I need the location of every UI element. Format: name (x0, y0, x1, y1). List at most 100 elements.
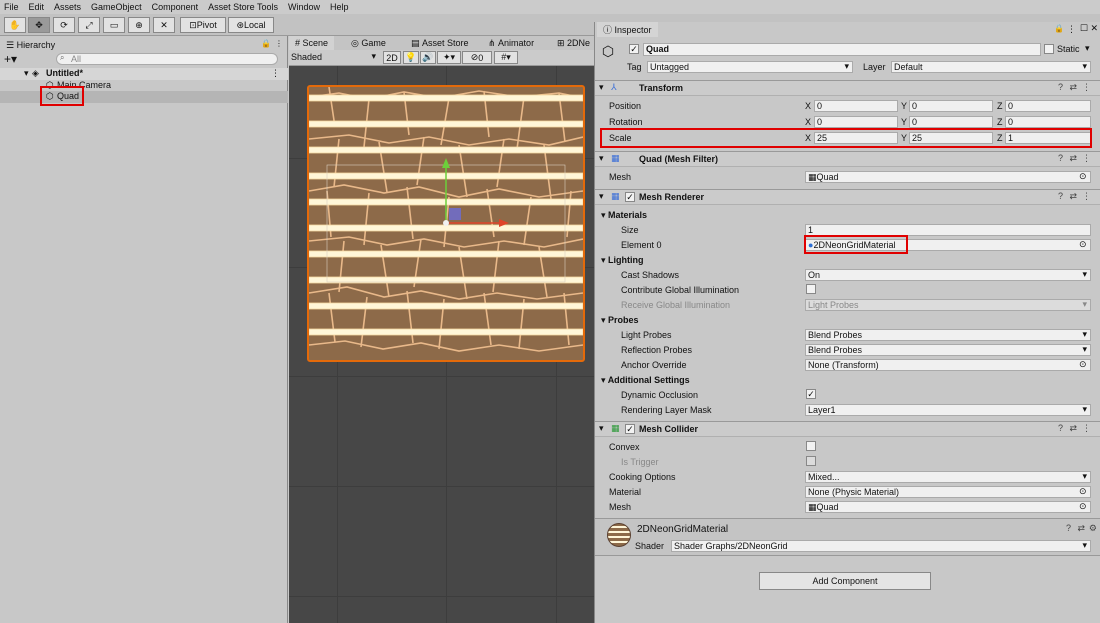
lighting-icon[interactable]: 💡 (403, 51, 419, 64)
position-z-field[interactable]: 0 (1005, 100, 1091, 112)
active-checkbox[interactable]: ✓ (629, 44, 639, 54)
move-gizmo[interactable] (437, 156, 517, 236)
mesh-collider-enabled-checkbox[interactable]: ✓ (625, 424, 635, 434)
preset-icon[interactable]: ⇄ (1077, 523, 1085, 534)
transform-header[interactable]: ▾ ⅄ Transform ? ⇄ ⋮ (595, 80, 1100, 96)
contribute-gi-checkbox[interactable] (806, 284, 816, 294)
expand-arrow-icon[interactable]: ▾ (24, 68, 29, 79)
cast-shadows-dropdown[interactable]: On (805, 269, 1091, 281)
shader-dropdown[interactable]: Shader Graphs/2DNeonGrid (671, 540, 1091, 552)
component-menu-icon[interactable]: ⋮ (1082, 423, 1091, 434)
menu-asset-store-tools[interactable]: Asset Store Tools (208, 2, 278, 12)
tab-2dneon[interactable]: ⊞ 2DNe (551, 36, 596, 50)
foldout-arrow-icon[interactable]: ▾ (599, 153, 604, 164)
lighting-foldout[interactable]: ▾ Lighting (601, 255, 644, 266)
dynamic-occlusion-checkbox[interactable]: ✓ (806, 389, 816, 399)
position-y-field[interactable]: 0 (909, 100, 993, 112)
menu-assets[interactable]: Assets (54, 2, 81, 12)
preset-icon[interactable]: ⇄ (1069, 153, 1077, 164)
move-tool-icon[interactable]: ✥ (28, 17, 50, 33)
foldout-arrow-icon[interactable]: ▾ (599, 423, 604, 434)
object-picker-icon[interactable]: ⊙ (1079, 359, 1087, 370)
help-icon[interactable]: ? (1058, 423, 1063, 433)
menu-dots-icon[interactable]: ⋮ (1067, 24, 1076, 35)
local-button[interactable]: ⊛ Local (228, 17, 274, 33)
convex-checkbox[interactable] (806, 441, 816, 451)
hidden-objects-button[interactable]: ⊘ 0 (462, 51, 492, 64)
object-picker-icon[interactable]: ⊙ (1079, 171, 1087, 182)
rendering-layer-mask-dropdown[interactable]: Layer1 (805, 404, 1091, 416)
grid-icon[interactable]: #▾ (494, 51, 518, 64)
tab-asset-store[interactable]: ▤ Asset Store (405, 36, 475, 50)
rect-tool-icon[interactable]: ▭ (103, 17, 125, 33)
scene-menu-icon[interactable]: ⋮ (271, 68, 280, 79)
anchor-override-field[interactable]: None (Transform) (805, 359, 1091, 371)
menu-help[interactable]: Help (330, 2, 349, 12)
probes-foldout[interactable]: ▾ Probes (601, 315, 639, 326)
effects-icon[interactable]: ✦▾ (437, 51, 461, 64)
inspector-tab[interactable]: ⓘ Inspector (597, 22, 658, 37)
layer-dropdown[interactable]: Default (891, 61, 1091, 73)
tab-game[interactable]: ◎ Game (345, 36, 392, 50)
rotation-x-field[interactable]: 0 (814, 116, 898, 128)
tag-dropdown[interactable]: Untagged (647, 61, 853, 73)
scene-row[interactable]: ▾ ◈ Untitled* ⋮ (0, 68, 288, 80)
menu-gameobject[interactable]: GameObject (91, 2, 142, 12)
custom-tool-icon[interactable]: ✕ (153, 17, 175, 33)
preset-icon[interactable]: ⇄ (1069, 423, 1077, 434)
menu-dots-icon[interactable]: ⋮ (275, 39, 283, 48)
mesh-renderer-header[interactable]: ▾ ▦ ✓ Mesh Renderer ? ⇄ ⋮ (595, 189, 1100, 205)
add-component-button[interactable]: Add Component (759, 572, 931, 590)
static-checkbox[interactable] (1044, 44, 1054, 54)
shading-dropdown[interactable]: Shaded (291, 51, 379, 64)
component-menu-icon[interactable]: ⋮ (1082, 82, 1091, 93)
object-picker-icon[interactable]: ⊙ (1079, 501, 1087, 512)
tab-scene[interactable]: # Scene (289, 36, 335, 50)
material-section[interactable]: 2DNeonGridMaterial Shader Shader Graphs/… (595, 518, 1100, 556)
foldout-arrow-icon[interactable]: ▾ (599, 191, 604, 202)
mesh-collider-header[interactable]: ▾ ▦ ✓ Mesh Collider ? ⇄ ⋮ (595, 421, 1100, 437)
additional-settings-foldout[interactable]: ▾ Additional Settings (601, 375, 690, 386)
menu-edit[interactable]: Edit (29, 2, 45, 12)
rotation-y-field[interactable]: 0 (909, 116, 993, 128)
materials-foldout[interactable]: ▾ Materials (601, 210, 647, 221)
pivot-button[interactable]: ⊡ Pivot (180, 17, 226, 33)
mesh-renderer-enabled-checkbox[interactable]: ✓ (625, 192, 635, 202)
mesh-filter-header[interactable]: ▾ ▦ Quad (Mesh Filter) ? ⇄ ⋮ (595, 151, 1100, 167)
collider-mesh-field[interactable]: ▦Quad (805, 501, 1091, 513)
gear-icon[interactable]: ⚙ (1089, 523, 1097, 534)
preset-icon[interactable]: ⇄ (1069, 82, 1077, 93)
transform-tool-icon[interactable]: ⊕ (128, 17, 150, 33)
tab-animator[interactable]: ⋔ Animator (482, 36, 540, 50)
static-dropdown-icon[interactable]: ▾ (1085, 43, 1090, 54)
menu-component[interactable]: Component (152, 2, 199, 12)
cooking-options-dropdown[interactable]: Mixed... (805, 471, 1091, 483)
help-icon[interactable]: ? (1058, 191, 1063, 201)
scale-tool-icon[interactable]: ⤢ (78, 17, 100, 33)
component-menu-icon[interactable]: ⋮ (1082, 191, 1091, 202)
rotate-tool-icon[interactable]: ⟳ (53, 17, 75, 33)
menu-window[interactable]: Window (288, 2, 320, 12)
light-probes-dropdown[interactable]: Blend Probes (805, 329, 1091, 341)
help-icon[interactable]: ? (1066, 523, 1071, 533)
object-name-field[interactable]: Quad (643, 43, 1041, 56)
hierarchy-search-input[interactable]: All (56, 53, 278, 65)
hierarchy-tab[interactable]: ☰ Hierarchy (0, 38, 61, 52)
scene-viewport[interactable] (289, 66, 594, 623)
audio-icon[interactable]: 🔊 (420, 51, 436, 64)
physic-material-field[interactable]: None (Physic Material) (805, 486, 1091, 498)
foldout-arrow-icon[interactable]: ▾ (599, 82, 604, 93)
rotation-z-field[interactable]: 0 (1005, 116, 1091, 128)
lock-icon[interactable]: 🔒 (1054, 24, 1064, 33)
close-icon[interactable]: ✕ (1090, 23, 1098, 34)
hand-tool-icon[interactable]: ✋ (4, 17, 26, 33)
component-menu-icon[interactable]: ⋮ (1082, 153, 1091, 164)
object-picker-icon[interactable]: ⊙ (1079, 239, 1087, 250)
position-x-field[interactable]: 0 (814, 100, 898, 112)
menu-file[interactable]: File (4, 2, 19, 12)
help-icon[interactable]: ? (1058, 153, 1063, 163)
reflection-probes-dropdown[interactable]: Blend Probes (805, 344, 1091, 356)
lock-icon[interactable]: 🔒 (261, 39, 271, 48)
help-icon[interactable]: ? (1058, 82, 1063, 92)
toggle-2d-button[interactable]: 2D (383, 51, 401, 64)
